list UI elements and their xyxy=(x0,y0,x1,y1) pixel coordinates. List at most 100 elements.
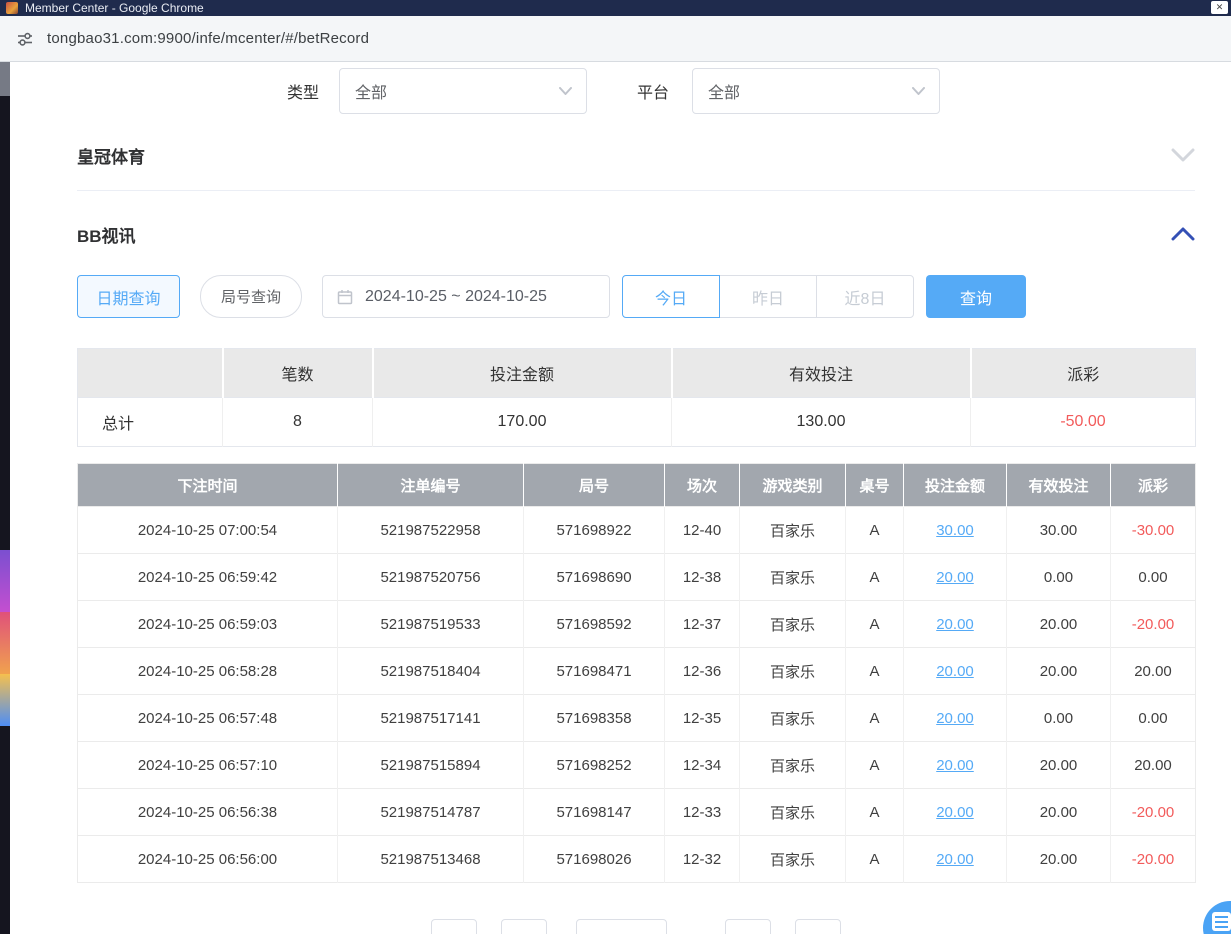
bet-record-table: 下注时间 注单编号 局号 场次 游戏类别 桌号 投注金额 有效投注 派彩 202… xyxy=(77,463,1196,883)
cell-bet-no: 521987522958 xyxy=(338,507,524,554)
cell-round-no: 571698690 xyxy=(524,554,665,601)
summary-total-label: 总计 xyxy=(78,398,223,447)
bet-amount-link[interactable]: 20.00 xyxy=(936,851,974,868)
cell-bet-no: 521987518404 xyxy=(338,648,524,695)
summary-header-row: 笔数 投注金额 有效投注 派彩 xyxy=(78,349,1196,398)
header-round-no: 局号 xyxy=(524,464,665,507)
cell-round-no: 571698252 xyxy=(524,742,665,789)
tab-date-query[interactable]: 日期查询 xyxy=(77,275,180,318)
cell-valid-bet: 0.00 xyxy=(1007,554,1111,601)
quick-range-group: 今日 昨日 近8日 xyxy=(622,275,914,318)
pagination-page-input[interactable] xyxy=(576,919,667,934)
pagination-first-button[interactable] xyxy=(431,919,477,934)
last-8-days-button[interactable]: 近8日 xyxy=(816,275,914,318)
summary-header-count: 笔数 xyxy=(223,349,373,398)
bet-amount-link[interactable]: 20.00 xyxy=(936,663,974,680)
cell-game-type: 百家乐 xyxy=(740,601,846,648)
cell-valid-bet: 20.00 xyxy=(1007,789,1111,836)
browser-urlbar: tongbao31.com:9900/infe/mcenter/#/betRec… xyxy=(0,16,1231,62)
bet-amount-link[interactable]: 20.00 xyxy=(936,710,974,727)
section-crown-sports[interactable]: 皇冠体育 xyxy=(77,142,1195,168)
cell-bet-no: 521987515894 xyxy=(338,742,524,789)
cell-game-type: 百家乐 xyxy=(740,789,846,836)
cell-session: 12-40 xyxy=(665,507,740,554)
table-row: 2024-10-25 06:58:28 521987518404 5716984… xyxy=(78,648,1196,695)
pagination-next-button[interactable] xyxy=(725,919,771,934)
header-payout: 派彩 xyxy=(1111,464,1196,507)
table-row: 2024-10-25 06:57:10 521987515894 5716982… xyxy=(78,742,1196,789)
type-filter-label: 类型 xyxy=(287,79,319,103)
header-game-type: 游戏类别 xyxy=(740,464,846,507)
summary-header-valid-bet: 有效投注 xyxy=(672,349,971,398)
bet-amount-link[interactable]: 20.00 xyxy=(936,804,974,821)
platform-filter-value: 全部 xyxy=(708,79,740,103)
cell-valid-bet: 20.00 xyxy=(1007,601,1111,648)
bet-amount-link[interactable]: 20.00 xyxy=(936,569,974,586)
table-row: 2024-10-25 06:56:38 521987514787 5716981… xyxy=(78,789,1196,836)
search-button[interactable]: 查询 xyxy=(926,275,1026,318)
cell-table-no: A xyxy=(846,648,904,695)
service-icon xyxy=(1212,912,1231,931)
cell-valid-bet: 20.00 xyxy=(1007,836,1111,883)
cell-payout: 20.00 xyxy=(1111,648,1196,695)
cell-round-no: 571698026 xyxy=(524,836,665,883)
cell-table-no: A xyxy=(846,836,904,883)
cell-bet-time: 2024-10-25 06:58:28 xyxy=(78,648,338,695)
query-controls: 日期查询 局号查询 2024-10-25 ~ 2024-10-25 今日 昨日 … xyxy=(77,275,1195,318)
table-header-row: 下注时间 注单编号 局号 场次 游戏类别 桌号 投注金额 有效投注 派彩 xyxy=(78,464,1196,507)
cell-game-type: 百家乐 xyxy=(740,648,846,695)
url-text[interactable]: tongbao31.com:9900/infe/mcenter/#/betRec… xyxy=(47,30,369,47)
chevron-down-icon xyxy=(559,87,572,95)
bet-amount-link[interactable]: 30.00 xyxy=(936,522,974,539)
pagination-last-button[interactable] xyxy=(795,919,841,934)
platform-filter-select[interactable]: 全部 xyxy=(692,68,940,114)
cell-bet-no: 521987519533 xyxy=(338,601,524,648)
header-bet-amount: 投注金额 xyxy=(904,464,1007,507)
tab-round-query[interactable]: 局号查询 xyxy=(200,275,302,318)
table-row: 2024-10-25 06:57:48 521987517141 5716983… xyxy=(78,695,1196,742)
chevron-down-icon xyxy=(1171,148,1195,162)
platform-filter-label: 平台 xyxy=(637,79,669,103)
window-close-button[interactable]: ✕ xyxy=(1211,1,1228,14)
window-titlebar: Member Center - Google Chrome ✕ xyxy=(0,0,1231,16)
header-session: 场次 xyxy=(665,464,740,507)
header-valid-bet: 有效投注 xyxy=(1007,464,1111,507)
cell-bet-time: 2024-10-25 06:59:42 xyxy=(78,554,338,601)
date-range-input[interactable]: 2024-10-25 ~ 2024-10-25 xyxy=(322,275,610,318)
bet-amount-link[interactable]: 20.00 xyxy=(936,757,974,774)
header-bet-time: 下注时间 xyxy=(78,464,338,507)
summary-count-value: 8 xyxy=(223,398,373,447)
table-row: 2024-10-25 06:56:00 521987513468 5716980… xyxy=(78,836,1196,883)
cell-table-no: A xyxy=(846,742,904,789)
window-title: Member Center - Google Chrome xyxy=(25,1,204,15)
cell-table-no: A xyxy=(846,507,904,554)
cell-table-no: A xyxy=(846,601,904,648)
cell-round-no: 571698592 xyxy=(524,601,665,648)
date-range-value: 2024-10-25 ~ 2024-10-25 xyxy=(365,288,547,306)
bet-amount-link[interactable]: 20.00 xyxy=(936,616,974,633)
section-bb-video[interactable]: BB视讯 xyxy=(77,219,1195,249)
table-row: 2024-10-25 07:00:54 521987522958 5716989… xyxy=(78,507,1196,554)
window-favicon xyxy=(6,2,18,14)
cell-valid-bet: 20.00 xyxy=(1007,742,1111,789)
cell-bet-time: 2024-10-25 06:59:03 xyxy=(78,601,338,648)
cell-game-type: 百家乐 xyxy=(740,836,846,883)
table-row: 2024-10-25 06:59:03 521987519533 5716985… xyxy=(78,601,1196,648)
type-filter-select[interactable]: 全部 xyxy=(339,68,587,114)
cell-bet-no: 521987513468 xyxy=(338,836,524,883)
cell-payout: -20.00 xyxy=(1111,836,1196,883)
cell-round-no: 571698147 xyxy=(524,789,665,836)
summary-header-empty xyxy=(78,349,223,398)
section-title: BB视讯 xyxy=(77,222,136,247)
cell-payout: 20.00 xyxy=(1111,742,1196,789)
header-bet-no: 注单编号 xyxy=(338,464,524,507)
cell-game-type: 百家乐 xyxy=(740,695,846,742)
cell-session: 12-37 xyxy=(665,601,740,648)
today-button[interactable]: 今日 xyxy=(622,275,720,318)
cell-game-type: 百家乐 xyxy=(740,507,846,554)
yesterday-button[interactable]: 昨日 xyxy=(719,275,817,318)
summary-total-row: 总计 8 170.00 130.00 -50.00 xyxy=(78,398,1196,447)
site-settings-icon[interactable] xyxy=(16,30,34,48)
page-body: 类型 全部 平台 全部 皇冠体育 BB xyxy=(0,62,1231,934)
pagination-prev-button[interactable] xyxy=(501,919,547,934)
